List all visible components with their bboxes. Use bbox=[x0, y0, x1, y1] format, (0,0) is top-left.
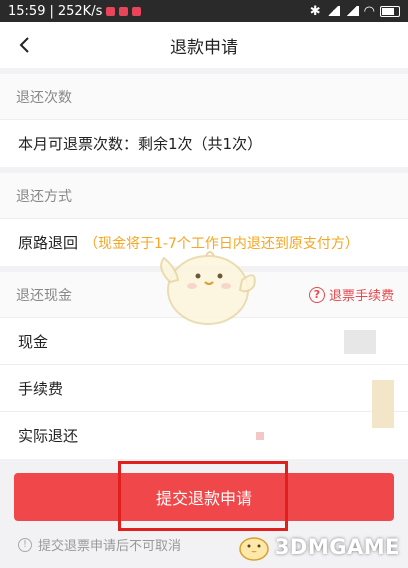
status-divider: | bbox=[49, 3, 54, 19]
cancel-notice-text: 提交退票申请后不可取消 bbox=[38, 539, 182, 554]
fee-label: 手续费 bbox=[18, 379, 64, 398]
nav-bar: 退款申请 bbox=[0, 22, 408, 68]
refund-count-header: 退还次数 bbox=[0, 74, 408, 120]
notification-icon bbox=[119, 6, 129, 16]
info-icon: ! bbox=[18, 537, 32, 552]
blurred-fee-value bbox=[372, 380, 394, 428]
fee-row: 手续费 bbox=[0, 365, 408, 412]
signal-icon bbox=[344, 6, 359, 16]
actual-refund-label: 实际退还 bbox=[18, 427, 79, 445]
watermark: 3DMGAME bbox=[237, 532, 400, 562]
blurred-mark bbox=[256, 432, 264, 440]
refund-cash-header: 退还现金 ? 退票手续费 bbox=[0, 272, 408, 318]
refund-count-section: 退还次数 本月可退票次数：剩余1次（共1次） bbox=[0, 74, 408, 167]
question-icon: ? bbox=[308, 286, 325, 303]
status-network-speed: 252K/s bbox=[57, 3, 103, 19]
status-bar: 15:59 | 252K/s ✱ ◠ bbox=[0, 0, 408, 22]
refund-cash-header-label: 退还现金 bbox=[16, 287, 72, 304]
bluetooth-icon: ✱ bbox=[309, 3, 321, 19]
refund-cash-section: 退还现金 ? 退票手续费 现金 手续费 实际退还 bbox=[0, 272, 408, 459]
refund-method-header: 退还方式 bbox=[0, 173, 408, 219]
notification-icon bbox=[132, 6, 142, 16]
submit-refund-button[interactable]: 提交退款申请 bbox=[14, 473, 394, 521]
battery-icon bbox=[380, 5, 400, 17]
page-title: 退款申请 bbox=[170, 37, 238, 58]
refund-method-label: 原路退回 bbox=[18, 234, 79, 252]
refund-method-note: （现金将于1-7个工作日内退还到原支付方） bbox=[84, 235, 359, 252]
blurred-cash-value bbox=[344, 330, 376, 354]
notification-icon bbox=[106, 6, 116, 16]
actual-refund-row: 实际退还 bbox=[0, 412, 408, 459]
status-time: 15:59 bbox=[8, 3, 46, 19]
back-button[interactable] bbox=[10, 30, 40, 60]
refund-count-text: 本月可退票次数：剩余1次（共1次） bbox=[18, 135, 263, 153]
duck-logo-icon bbox=[239, 537, 269, 561]
signal-icon bbox=[325, 6, 340, 16]
refund-method-row: 原路退回 （现金将于1-7个工作日内退还到原支付方） bbox=[0, 219, 408, 266]
cancel-notice: ! 提交退票申请后不可取消 bbox=[18, 535, 181, 554]
refund-count-row: 本月可退票次数：剩余1次（共1次） bbox=[0, 120, 408, 167]
chevron-left-icon bbox=[19, 37, 29, 53]
refund-fee-help-label: 退票手续费 bbox=[328, 289, 394, 304]
wifi-icon: ◠ bbox=[363, 3, 375, 19]
status-right: ✱ ◠ bbox=[310, 4, 400, 19]
refund-fee-help-link[interactable]: ? 退票手续费 bbox=[308, 285, 394, 304]
status-left: 15:59 | 252K/s bbox=[8, 3, 142, 19]
refund-method-section: 退还方式 原路退回 （现金将于1-7个工作日内退还到原支付方） bbox=[0, 173, 408, 266]
cash-label: 现金 bbox=[18, 332, 49, 351]
watermark-text: 3DMGAME bbox=[274, 535, 400, 559]
